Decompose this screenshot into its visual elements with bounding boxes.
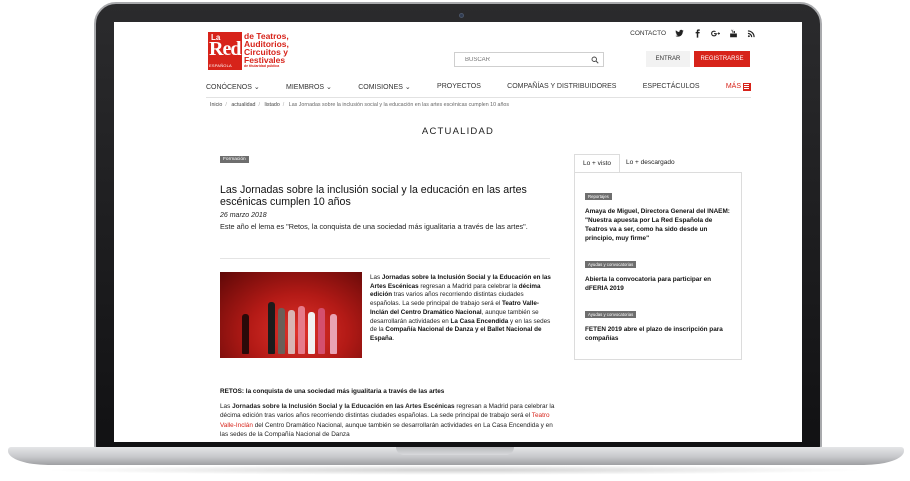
facebook-icon[interactable] <box>693 29 702 38</box>
breadcrumb-item[interactable]: listado <box>264 102 279 108</box>
youtube-icon[interactable] <box>729 29 738 38</box>
laptop-notch <box>396 447 514 455</box>
login-button[interactable]: ENTRAR <box>646 51 690 67</box>
sidebar-item-title[interactable]: Amaya de Miguel, Directora General del I… <box>585 207 735 243</box>
logo[interactable]: La Red ESPAÑOLA de Teatros, Auditorios, … <box>208 32 289 70</box>
sidebar-item[interactable]: Ayudas y convocatorias FETEN 2019 abre e… <box>585 303 735 343</box>
register-button[interactable]: REGISTRARSE <box>694 51 750 67</box>
logo-red: Red <box>209 38 241 60</box>
nav-item-companias[interactable]: COMPAÑÍAS Y DISTRIBUIDORES <box>507 83 616 90</box>
google-plus-icon[interactable] <box>711 29 720 38</box>
nav-item-miembros[interactable]: MIEMBROS ⌄ <box>286 83 332 91</box>
laptop-shadow <box>40 465 870 475</box>
article-date: 26 marzo 2018 <box>220 212 267 219</box>
article-body-2: Las Jornadas sobre la Inclusión Social y… <box>220 403 555 439</box>
sidebar-item-tag: Reportajes <box>585 193 612 200</box>
breadcrumb-current: Las Jornadas sobre la inclusión social y… <box>288 102 509 108</box>
logo-text: de Teatros, Auditorios, Circuitos y Fest… <box>244 32 289 69</box>
logo-line: Festivales <box>244 55 286 65</box>
top-links: CONTACTO <box>630 29 756 38</box>
camera-icon <box>459 13 464 18</box>
divider <box>220 258 550 259</box>
article-title: Las Jornadas sobre la inclusión social y… <box>220 184 527 208</box>
article-lead: Este año el lema es "Retos, la conquista… <box>220 222 528 231</box>
search-input[interactable] <box>465 56 585 63</box>
logo-espanola: ESPAÑOLA <box>209 63 232 68</box>
tab-lo-mas-descargado[interactable]: Lo + descargado <box>620 154 681 172</box>
article-photo <box>220 272 362 358</box>
menu-icon <box>742 82 751 91</box>
breadcrumb-item[interactable]: Inicio <box>210 102 222 108</box>
contact-link[interactable]: CONTACTO <box>630 30 666 37</box>
twitter-icon[interactable] <box>675 29 684 38</box>
sidebar-item-tag: Ayudas y convocatorias <box>585 261 637 268</box>
nav-more-label: MÁS <box>725 83 741 90</box>
tab-lo-mas-visto[interactable]: Lo + visto <box>574 154 621 172</box>
nav-item-espectaculos[interactable]: ESPECTÁCULOS <box>643 83 700 90</box>
sidebar-item-title[interactable]: FETEN 2019 abre el plazo de inscripción … <box>585 325 735 343</box>
article-body: Las Jornadas sobre la Inclusión Social y… <box>370 274 551 342</box>
category-tag[interactable]: Formación <box>220 156 249 163</box>
search-field[interactable] <box>454 52 604 67</box>
nav-item-conocenos[interactable]: CONÓCENOS ⌄ <box>206 83 260 91</box>
sidebar-panel: Reportajes Amaya de Miguel, Directora Ge… <box>574 172 742 360</box>
sidebar-tabs: Lo + visto Lo + descargado <box>574 154 681 172</box>
browser-screen: La Red ESPAÑOLA de Teatros, Auditorios, … <box>114 22 802 442</box>
sidebar-item[interactable]: Ayudas y convocatorias Abierta la convoc… <box>585 253 735 293</box>
retos-heading: RETOS: la conquista de una sociedad más … <box>220 388 445 395</box>
search-icon[interactable] <box>591 56 599 64</box>
sidebar-item-title[interactable]: Abierta la convocatoria para participar … <box>585 275 735 293</box>
logo-mark: La Red ESPAÑOLA <box>208 32 242 70</box>
nav-item-mas[interactable]: MÁS <box>725 82 751 91</box>
sidebar-item[interactable]: Reportajes Amaya de Miguel, Directora Ge… <box>585 185 735 243</box>
breadcrumb: Inicio / actualidad / listado / Las Jornada… <box>210 102 509 108</box>
section-title: ACTUALIDAD <box>421 126 495 137</box>
nav-item-proyectos[interactable]: PROYECTOS <box>437 83 481 90</box>
sidebar-item-tag: Ayudas y convocatorias <box>585 311 637 318</box>
breadcrumb-item[interactable]: actualidad <box>231 102 255 108</box>
rss-icon[interactable] <box>747 29 756 38</box>
main-nav: CONÓCENOS ⌄ MIEMBROS ⌄ COMISIONES ⌄ PROY… <box>206 80 751 98</box>
nav-item-comisiones[interactable]: COMISIONES ⌄ <box>358 83 411 91</box>
site-header: La Red ESPAÑOLA de Teatros, Auditorios, … <box>114 22 802 82</box>
